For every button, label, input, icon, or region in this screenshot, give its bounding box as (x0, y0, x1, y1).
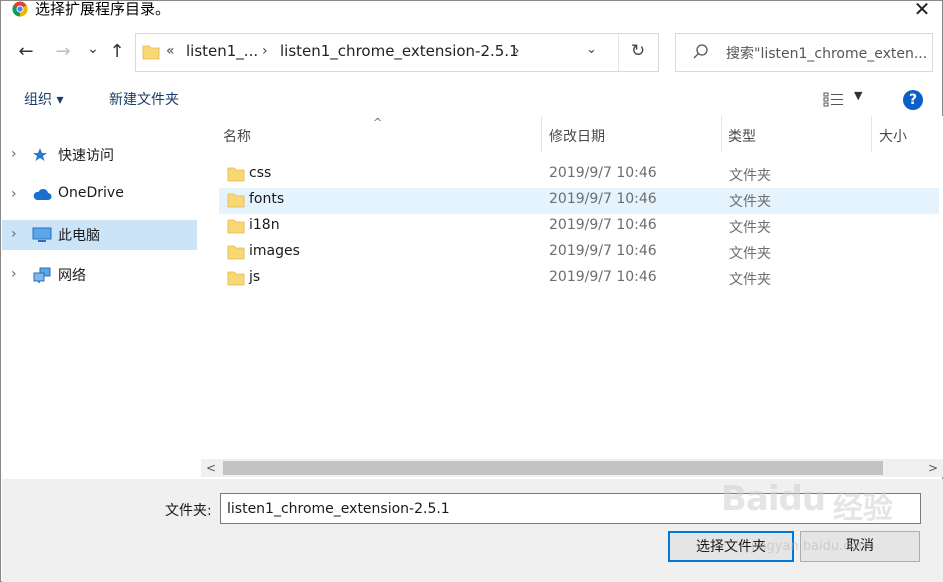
folder-icon (227, 219, 245, 234)
chevron-right-icon[interactable]: › (11, 226, 17, 242)
divider (618, 34, 619, 71)
search-placeholder: 搜索"listen1_chrome_exten... (726, 46, 928, 62)
network-icon (33, 267, 51, 283)
recent-locations-button[interactable]: ⌄ (81, 36, 105, 62)
cloud-icon (33, 188, 52, 200)
file-name: i18n (249, 217, 280, 233)
up-button[interactable]: ↑ (105, 39, 129, 65)
chevron-right-icon[interactable]: › (11, 146, 17, 162)
column-separator[interactable] (871, 116, 872, 152)
file-row[interactable]: i18n 2019/9/7 10:46 文件夹 (219, 214, 939, 240)
star-pin-icon (33, 148, 47, 161)
folder-icon (227, 245, 245, 260)
file-row[interactable]: fonts 2019/9/7 10:46 文件夹 (219, 188, 939, 214)
breadcrumb-segment[interactable]: listen1_... (186, 42, 258, 60)
window-title: 选择扩展程序目录。 (35, 0, 171, 18)
file-row[interactable]: js 2019/9/7 10:46 文件夹 (219, 266, 939, 292)
file-type: 文件夹 (729, 272, 771, 288)
file-date: 2019/9/7 10:46 (549, 191, 657, 207)
horizontal-scrollbar[interactable]: < > (201, 459, 943, 477)
file-type: 文件夹 (729, 220, 771, 236)
help-icon[interactable]: ? (903, 90, 923, 110)
new-folder-button[interactable]: 新建文件夹 (109, 89, 179, 109)
scroll-right-button[interactable]: > (924, 459, 942, 477)
sidebar-item-label: 此电脑 (58, 228, 100, 244)
folder-icon (227, 193, 245, 208)
navigation-pane: › 快速访问 › OneDrive › 此电脑 › 网络 (2, 122, 201, 479)
file-type: 文件夹 (729, 194, 771, 210)
file-name: fonts (249, 191, 285, 207)
search-icon (693, 44, 708, 59)
folder-name-input[interactable] (220, 493, 921, 524)
file-row[interactable]: css 2019/9/7 10:46 文件夹 (219, 162, 939, 188)
file-name: js (249, 269, 261, 285)
file-name: css (249, 165, 272, 181)
sidebar-item-label: OneDrive (58, 185, 124, 201)
chrome-icon (12, 1, 28, 17)
chevron-right-icon[interactable]: › (11, 186, 17, 202)
file-date: 2019/9/7 10:46 (549, 217, 657, 233)
cancel-button[interactable]: 取消 (800, 531, 920, 562)
close-button[interactable]: ✕ (908, 0, 936, 20)
folder-icon (142, 45, 160, 60)
folder-icon (227, 271, 245, 286)
address-overflow[interactable]: « (166, 43, 175, 59)
file-dialog-window: 选择扩展程序目录。 ✕ ← → ⌄ ↑ « listen1_... › list… (0, 0, 943, 582)
sidebar-item-quick-access[interactable]: › 快速访问 (2, 140, 197, 170)
title-bar: 选择扩展程序目录。 ✕ (1, 0, 942, 23)
scroll-left-button[interactable]: < (202, 459, 220, 477)
chevron-right-icon[interactable]: › (11, 266, 17, 282)
folder-icon (227, 167, 245, 182)
file-row[interactable]: images 2019/9/7 10:46 文件夹 (219, 240, 939, 266)
breadcrumb-separator[interactable]: › (514, 43, 520, 59)
refresh-button[interactable]: ↻ (626, 41, 650, 61)
select-folder-button[interactable]: 选择文件夹 (668, 531, 794, 562)
file-type: 文件夹 (729, 246, 771, 262)
breadcrumb-segment[interactable]: listen1_chrome_extension-2.5.1 (280, 42, 519, 60)
file-type: 文件夹 (729, 168, 771, 184)
view-options-icon[interactable] (823, 91, 845, 107)
search-input[interactable]: 搜索"listen1_chrome_exten... (675, 33, 933, 72)
column-header-name[interactable]: 名称 (223, 126, 251, 146)
sidebar-item-network[interactable]: › 网络 (2, 260, 197, 290)
column-separator[interactable] (541, 116, 542, 152)
file-date: 2019/9/7 10:46 (549, 165, 657, 181)
breadcrumb-separator[interactable]: › (262, 43, 268, 59)
address-bar[interactable]: « listen1_... › listen1_chrome_extension… (135, 33, 659, 72)
sidebar-item-this-pc[interactable]: › 此电脑 (2, 220, 197, 250)
dialog-footer: 文件夹: 选择文件夹 取消 (2, 479, 943, 582)
forward-button[interactable]: → (51, 39, 75, 65)
scrollbar-thumb[interactable] (223, 461, 883, 475)
file-date: 2019/9/7 10:46 (549, 269, 657, 285)
sidebar-item-label: 网络 (58, 268, 86, 284)
sidebar-item-label: 快速访问 (58, 148, 114, 164)
column-header-type[interactable]: 类型 (728, 126, 756, 146)
back-button[interactable]: ← (14, 39, 38, 65)
sort-ascending-icon: ^ (373, 116, 383, 129)
computer-icon (32, 227, 52, 242)
view-dropdown-button[interactable]: ▼ (854, 89, 862, 102)
column-separator[interactable] (721, 116, 722, 152)
column-header-date[interactable]: 修改日期 (549, 126, 605, 146)
file-date: 2019/9/7 10:46 (549, 243, 657, 259)
sidebar-item-onedrive[interactable]: › OneDrive (2, 180, 197, 210)
column-header-size[interactable]: 大小 (879, 126, 907, 146)
address-dropdown-button[interactable]: ⌄ (586, 42, 597, 57)
file-list: ^ 名称 修改日期 类型 大小 css 2019/9/7 10:46 文件夹 f… (201, 116, 943, 460)
folder-field-label: 文件夹: (165, 503, 212, 519)
organize-button[interactable]: 组织 ▾ (24, 89, 63, 109)
file-name: images (249, 243, 300, 259)
